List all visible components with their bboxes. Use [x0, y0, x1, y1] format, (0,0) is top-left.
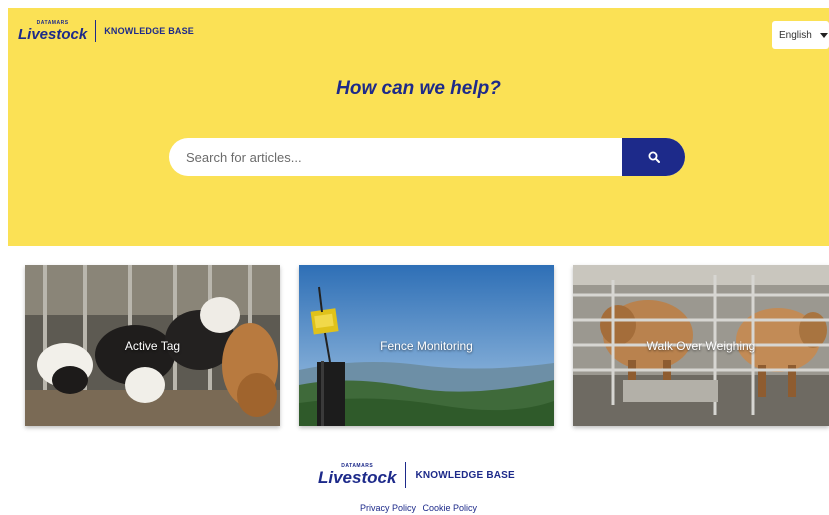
logo-brand-main: Livestock [318, 468, 397, 487]
logo-knowledge-base-label: KNOWLEDGE BASE [415, 469, 515, 481]
search-bar [169, 138, 685, 176]
livestock-logo: DATAMARS Livestock [18, 19, 88, 43]
hero-banner [8, 8, 829, 246]
cookie-policy-link[interactable]: Cookie Policy [423, 503, 478, 513]
card-label: Fence Monitoring [380, 339, 473, 353]
card-label: Active Tag [124, 339, 181, 353]
category-card-walk-over-weighing[interactable]: Walk Over Weighing [573, 265, 829, 426]
header-logo[interactable]: DATAMARS Livestock KNOWLEDGE BASE [18, 20, 194, 42]
page-title: How can we help? [336, 78, 501, 99]
search-input[interactable] [169, 138, 622, 176]
livestock-logo: DATAMARS Livestock [318, 464, 397, 487]
search-icon [648, 151, 660, 163]
logo-brand-top: DATAMARS [36, 19, 69, 26]
footer-links: Privacy Policy Cookie Policy [8, 503, 829, 513]
logo-knowledge-base-label: KNOWLEDGE BASE [104, 26, 195, 36]
category-card-active-tag[interactable]: Active Tag [25, 265, 280, 426]
card-label: Walk Over Weighing [646, 339, 756, 353]
privacy-policy-link[interactable]: Privacy Policy [360, 503, 416, 513]
logo-brand-main: Livestock [18, 25, 88, 43]
logo-divider [405, 462, 407, 488]
footer-logo[interactable]: DATAMARS Livestock KNOWLEDGE BASE [318, 462, 515, 488]
search-button[interactable] [622, 138, 685, 176]
language-select[interactable]: English [772, 21, 829, 49]
language-value: English [779, 29, 812, 41]
chevron-down-icon [819, 32, 828, 38]
category-card-fence-monitoring[interactable]: Fence Monitoring [299, 265, 554, 426]
logo-divider [95, 20, 97, 42]
